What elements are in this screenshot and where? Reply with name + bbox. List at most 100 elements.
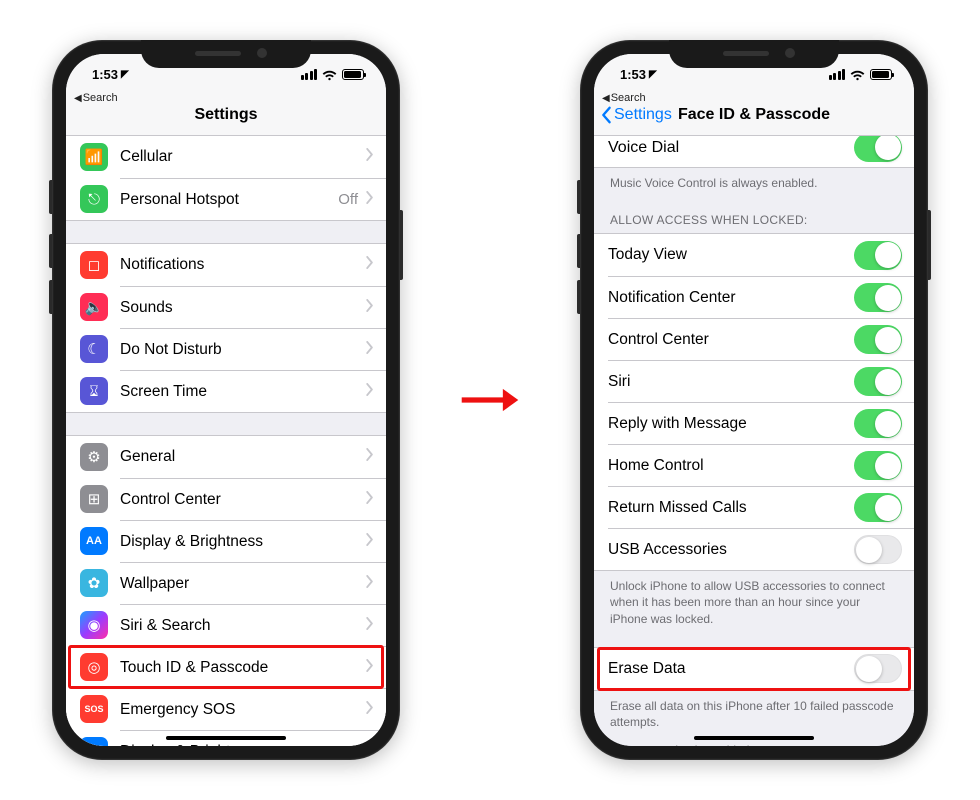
row-label: General — [120, 448, 358, 466]
control-center-icon: ⊞ — [80, 485, 108, 513]
back-caret-icon: ◀︎ — [602, 93, 610, 104]
settings-row[interactable]: AADisplay & Brightness — [66, 520, 386, 562]
faceid-passcode-list[interactable]: Voice Dial Music Voice Control is always … — [594, 136, 914, 746]
display-icon: AA — [80, 527, 108, 555]
row-label: Cellular — [120, 148, 358, 166]
general-icon: ⚙︎ — [80, 443, 108, 471]
settings-row[interactable]: 📶 Cellular — [66, 136, 386, 178]
row-label: Siri — [608, 373, 846, 391]
chevron-right-icon — [366, 617, 374, 635]
toggle-row: Reply with Message — [594, 402, 914, 444]
row-label: Control Center — [608, 331, 846, 349]
row-label: Voice Dial — [608, 139, 846, 157]
notch — [669, 40, 839, 68]
footer-note: Music Voice Control is always enabled. — [594, 168, 914, 191]
row-label: Control Center — [120, 491, 358, 509]
phone-right: 1:53 ◤ ◀︎ Search Settings — [580, 40, 928, 760]
screen-left: 1:53 ◤ ◀︎ Search Settings 📶Cellular⎋Per — [66, 54, 386, 746]
row-label: Home Control — [608, 457, 846, 475]
row-label: Reply with Message — [608, 415, 846, 433]
row-label: Erase Data — [608, 660, 846, 678]
settings-row[interactable]: ⎋ Personal Hotspot Off — [66, 178, 386, 220]
chevron-right-icon — [366, 383, 374, 401]
chevron-right-icon — [366, 575, 374, 593]
sos-icon: SOS — [80, 695, 108, 723]
settings-row[interactable]: ⊞ Control Center — [66, 478, 386, 520]
chevron-right-icon — [366, 148, 374, 166]
row-label: Display & Brightness — [120, 743, 358, 747]
chevron-right-icon — [366, 491, 374, 509]
toggle-row: Notification Center — [594, 276, 914, 318]
nav-title: Face ID & Passcode — [678, 106, 830, 124]
toggle-switch[interactable] — [854, 367, 902, 396]
settings-row[interactable]: ◎Touch ID & Passcode — [66, 646, 386, 688]
settings-row[interactable]: ◉Siri & Search — [66, 604, 386, 646]
toggle-switch[interactable] — [854, 325, 902, 354]
location-icon: ◤ — [649, 69, 657, 80]
chevron-right-icon — [366, 448, 374, 466]
home-indicator[interactable] — [166, 736, 286, 740]
arrow-icon — [460, 383, 520, 417]
touchid-icon: ◎ — [80, 653, 108, 681]
toggle-row: Siri — [594, 360, 914, 402]
chevron-right-icon — [366, 659, 374, 677]
back-to-search[interactable]: ◀︎ Search — [74, 92, 118, 104]
chevron-right-icon — [366, 701, 374, 719]
footer-note: Unlock iPhone to allow USB accessories t… — [594, 571, 914, 627]
toggle-switch[interactable] — [854, 654, 902, 683]
back-label: Settings — [614, 106, 672, 124]
row-label: USB Accessories — [608, 541, 846, 559]
row-label: Notifications — [120, 256, 358, 274]
cell-signal-icon — [829, 69, 846, 80]
nav-title: Settings — [194, 106, 257, 124]
section-header-allow-access: Allow Access When Locked: — [594, 191, 914, 233]
screen-right: 1:53 ◤ ◀︎ Search Settings — [594, 54, 914, 746]
battery-icon — [870, 69, 892, 80]
back-caret-icon: ◀︎ — [74, 93, 82, 104]
toggle-switch[interactable] — [854, 241, 902, 270]
row-label: Wallpaper — [120, 575, 358, 593]
link-icon: ⎋ — [80, 185, 108, 213]
status-time: 1:53 — [92, 67, 118, 82]
footer-note: Erase all data on this iPhone after 10 f… — [594, 691, 914, 730]
row-label: Emergency SOS — [120, 701, 358, 719]
toggle-row: Today View — [594, 234, 914, 276]
wifi-icon — [322, 69, 337, 80]
toggle-switch[interactable] — [854, 535, 902, 564]
row-label: Return Missed Calls — [608, 499, 846, 517]
status-time: 1:53 — [620, 67, 646, 82]
home-indicator[interactable] — [694, 736, 814, 740]
toggle-row: Home Control — [594, 444, 914, 486]
toggle-switch[interactable] — [854, 493, 902, 522]
toggle-switch[interactable] — [854, 451, 902, 480]
toggle-switch[interactable] — [854, 409, 902, 438]
screentime-icon: ⌛︎ — [80, 377, 108, 405]
toggle-switch[interactable] — [854, 136, 902, 162]
settings-row[interactable]: ☾Do Not Disturb — [66, 328, 386, 370]
toggle-row: USB Accessories — [594, 528, 914, 570]
toggle-row: Voice Dial — [594, 136, 914, 167]
settings-row[interactable]: ⚙︎ General — [66, 436, 386, 478]
settings-row[interactable]: SOS Emergency SOS — [66, 688, 386, 730]
settings-row[interactable]: ⌛︎Screen Time — [66, 370, 386, 412]
chevron-right-icon — [366, 743, 374, 747]
row-detail: Off — [338, 191, 358, 208]
row-label: Do Not Disturb — [120, 341, 358, 359]
settings-row[interactable]: 🔈Sounds — [66, 286, 386, 328]
cell-signal-icon — [301, 69, 318, 80]
settings-row[interactable]: ✿Wallpaper — [66, 562, 386, 604]
row-label: Personal Hotspot — [120, 191, 330, 209]
back-to-search[interactable]: ◀︎ Search — [602, 92, 646, 104]
row-label: Sounds — [120, 299, 358, 317]
settings-list[interactable]: 📶 Cellular ⎋ Personal Hotspot Off ◻︎Notificat… — [66, 136, 386, 746]
toggle-row: Return Missed Calls — [594, 486, 914, 528]
settings-row[interactable]: ◻︎Notifications — [66, 244, 386, 286]
toggle-switch[interactable] — [854, 283, 902, 312]
location-icon: ◤ — [121, 69, 129, 80]
antenna-icon: 📶 — [80, 143, 108, 171]
chevron-right-icon — [366, 341, 374, 359]
chevron-right-icon — [366, 533, 374, 551]
back-hint-label: Search — [83, 92, 118, 104]
toggle-row: Erase Data — [594, 648, 914, 690]
toggle-row: Control Center — [594, 318, 914, 360]
